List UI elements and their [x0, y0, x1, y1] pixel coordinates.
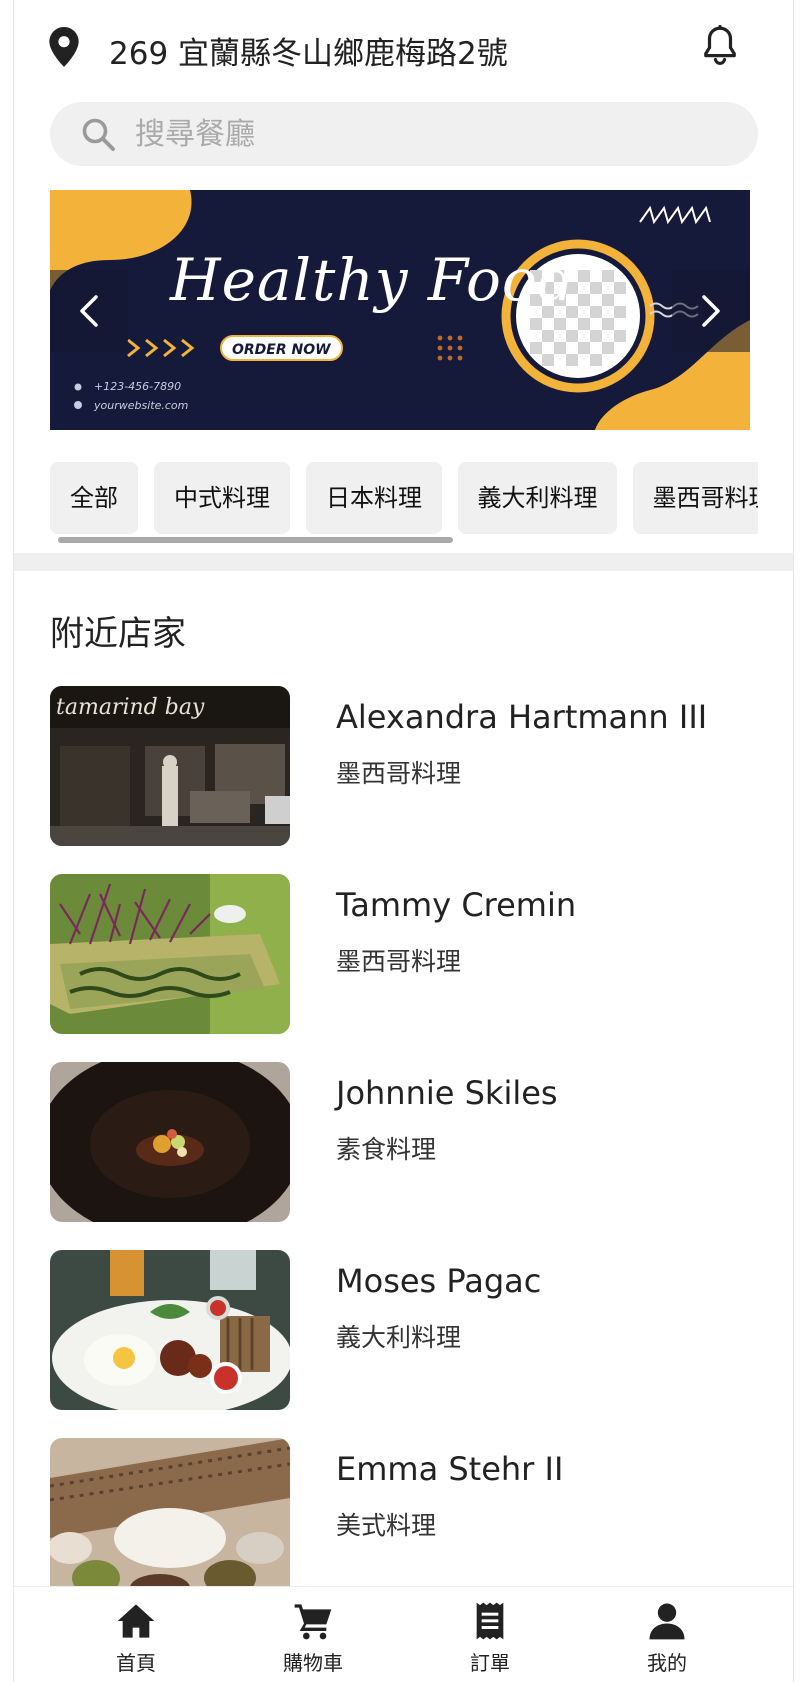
store-name: Alexandra Hartmann III	[336, 698, 708, 736]
user-icon	[649, 1603, 685, 1640]
nav-home[interactable]: 首頁	[61, 1587, 211, 1682]
store-photo: tamarind bay	[50, 686, 290, 846]
app-screen: 269 宜蘭縣冬山鄉鹿梅路2號 搜尋餐廳 Healthy Food ORDER …	[13, 0, 794, 1682]
store-cuisine: 墨西哥料理	[336, 947, 462, 976]
store-photo	[50, 1250, 290, 1410]
receipt-icon	[476, 1602, 504, 1640]
store-name: Emma Stehr II	[336, 1450, 564, 1488]
store-photo	[50, 1062, 290, 1222]
store-photo	[50, 874, 290, 1034]
category-chip-chinese[interactable]: 中式料理	[154, 462, 290, 534]
category-chip-japanese[interactable]: 日本料理	[306, 462, 442, 534]
category-scrollbar[interactable]	[58, 537, 453, 543]
store-cuisine: 素食料理	[336, 1135, 437, 1164]
banner-phone: +123-456-7890	[94, 380, 182, 393]
order-now-button[interactable]: ORDER NOW	[220, 335, 343, 361]
nearby-section-title: 附近店家	[50, 614, 186, 654]
chevron-right-icon	[702, 295, 720, 327]
bottom-nav: 首頁 購物車 訂單 我的	[14, 1586, 793, 1682]
category-chip-row[interactable]: 全部 中式料理 日本料理 義大利料理 墨西哥料理	[50, 462, 758, 542]
category-chip-all[interactable]: 全部	[50, 462, 138, 534]
store-item[interactable]: tamarind bay Alexandra Hartmann III 墨西哥料…	[50, 686, 750, 848]
store-name: Johnnie Skiles	[336, 1074, 558, 1112]
carousel-next-button[interactable]	[672, 270, 750, 352]
nav-profile[interactable]: 我的	[592, 1587, 742, 1682]
nav-profile-label: 我的	[647, 1651, 687, 1675]
store-cuisine: 義大利料理	[336, 1323, 462, 1352]
store-name: Tammy Cremin	[336, 886, 577, 924]
header: 269 宜蘭縣冬山鄉鹿梅路2號	[14, 0, 793, 96]
store-item[interactable]: Johnnie Skiles 素食料理	[50, 1062, 750, 1224]
section-divider	[14, 553, 793, 571]
banner-website: yourwebsite.com	[94, 399, 189, 412]
search-icon	[82, 118, 115, 151]
category-chip-mexican[interactable]: 墨西哥料理	[633, 462, 758, 534]
store-cuisine: 墨西哥料理	[336, 759, 462, 788]
home-icon	[117, 1604, 155, 1638]
search-bar[interactable]	[50, 102, 758, 166]
cart-icon	[294, 1604, 332, 1640]
nav-cart-label: 購物車	[283, 1651, 343, 1675]
store-sign-text: tamarind bay	[56, 695, 205, 720]
store-item[interactable]: Tammy Cremin 墨西哥料理	[50, 874, 750, 1036]
nav-orders[interactable]: 訂單	[415, 1587, 565, 1682]
nav-home-label: 首頁	[116, 1651, 156, 1675]
nav-orders-label: 訂單	[470, 1651, 510, 1675]
promo-banner[interactable]: Healthy Food ORDER NOW +123-456-7890 you…	[50, 190, 750, 430]
store-cuisine: 美式料理	[336, 1511, 437, 1540]
map-pin-icon	[49, 27, 79, 67]
chevron-left-icon	[80, 295, 98, 327]
bell-icon[interactable]	[699, 24, 741, 68]
store-name: Moses Pagac	[336, 1262, 542, 1300]
store-photo	[50, 1438, 290, 1598]
search-input[interactable]	[135, 112, 725, 156]
carousel-prev-button[interactable]	[50, 270, 128, 352]
nav-cart[interactable]: 購物車	[238, 1587, 388, 1682]
store-item[interactable]: Moses Pagac 義大利料理	[50, 1250, 750, 1412]
delivery-address[interactable]: 269 宜蘭縣冬山鄉鹿梅路2號	[109, 28, 508, 73]
category-chip-italian[interactable]: 義大利料理	[458, 462, 617, 534]
banner-title: Healthy Food	[170, 246, 576, 314]
store-item[interactable]: Emma Stehr II 美式料理	[50, 1438, 750, 1600]
